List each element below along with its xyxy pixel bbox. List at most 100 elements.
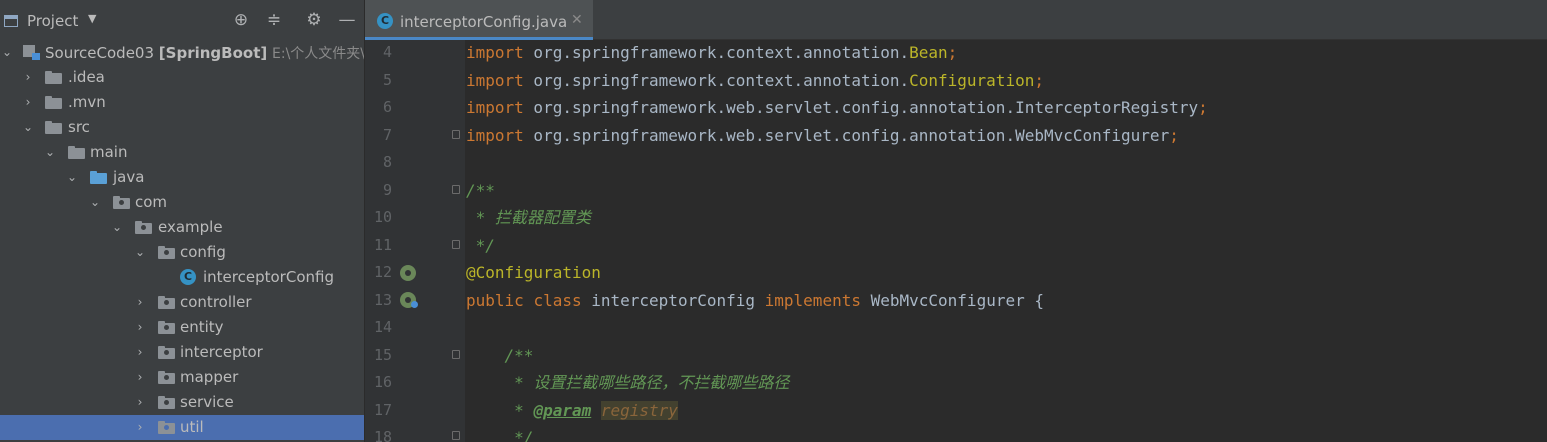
fold-end-icon[interactable] (452, 130, 460, 139)
tree-item-controller[interactable]: › controller (0, 290, 364, 315)
tab-label: interceptorConfig.java (400, 13, 568, 31)
project-panel: Project ▼ ⊕ ≑ ⚙ — ⌄ SourceCode03 [Spring… (0, 0, 364, 442)
chevron-right-icon[interactable]: › (133, 294, 147, 310)
semicolon: ; (1034, 71, 1044, 90)
tree-item-interceptorconfig[interactable]: C interceptorConfig (0, 265, 364, 290)
line-number: 15 (373, 346, 392, 364)
tree-item-interceptor[interactable]: › interceptor (0, 340, 364, 365)
tree-item-com[interactable]: ⌄ com (0, 190, 364, 215)
chevron-down-icon[interactable]: ⌄ (110, 219, 124, 235)
comment-line: /** (466, 181, 495, 200)
fold-end-icon[interactable] (452, 240, 460, 249)
editor-tab-bar: C interceptorConfig.java ✕ (365, 0, 1547, 40)
tree-item-label: main (90, 143, 128, 161)
tree-item-src[interactable]: ⌄ src (0, 115, 364, 140)
interface-name: WebMvcConfigurer { (860, 291, 1044, 310)
collapse-all-icon[interactable]: ≑ (264, 10, 284, 30)
folder-icon (68, 146, 85, 159)
tree-item-label: util (180, 418, 204, 436)
ide-window: Project ▼ ⊕ ≑ ⚙ — ⌄ SourceCode03 [Spring… (0, 0, 1547, 442)
import-path: org.springframework.context.annotation. (523, 71, 910, 90)
tree-item-main[interactable]: ⌄ main (0, 140, 364, 165)
comment-prefix: * (466, 401, 534, 420)
code-editor[interactable]: import org.springframework.context.annot… (466, 40, 1547, 442)
tree-item-entity[interactable]: › entity (0, 315, 364, 340)
chevron-down-icon[interactable]: ⌄ (0, 44, 14, 60)
fold-start-icon[interactable] (452, 185, 460, 194)
fold-end-icon[interactable] (452, 431, 460, 440)
locate-icon[interactable]: ⊕ (231, 10, 251, 30)
comment-line: * 设置拦截哪些路径，不拦截哪些路径 (466, 373, 790, 392)
chevron-right-icon[interactable]: › (133, 419, 147, 435)
keyword: class (533, 291, 582, 310)
tree-item-java[interactable]: ⌄ java (0, 165, 364, 190)
tree-item-label: java (113, 168, 145, 186)
identifier: Bean (909, 43, 948, 62)
minimize-icon[interactable]: — (337, 10, 357, 30)
source-folder-icon (90, 171, 107, 184)
package-dot (164, 250, 169, 255)
gear-icon[interactable]: ⚙ (304, 10, 324, 30)
module-icon (23, 45, 40, 60)
tab-interceptorconfig[interactable]: C interceptorConfig.java ✕ (365, 0, 593, 40)
spring-bean-icon[interactable] (400, 265, 416, 281)
keyword: import (466, 98, 524, 117)
chevron-right-icon[interactable]: › (133, 344, 147, 360)
chevron-down-icon[interactable]: ▼ (88, 12, 96, 25)
module-name-label: [SpringBoot] (158, 44, 268, 62)
class-name: interceptorConfig (581, 291, 765, 310)
chevron-down-icon[interactable]: ⌄ (43, 144, 57, 160)
import-path: org.springframework.web.servlet.config.a… (523, 98, 1199, 117)
tree-item-idea[interactable]: › .idea (0, 65, 364, 90)
implements-marker-icon (411, 301, 418, 308)
annotation-line: @Configuration (466, 263, 601, 282)
line-number: 5 (382, 71, 392, 89)
tree-item-label: example (158, 218, 223, 236)
project-panel-title[interactable]: Project (27, 12, 78, 30)
keyword: import (466, 43, 524, 62)
tree-item-util[interactable]: › util (0, 415, 364, 440)
tree-item-config[interactable]: ⌄ config (0, 240, 364, 265)
import-path: org.springframework.web.servlet.config.a… (523, 126, 1170, 145)
tree-item-mapper[interactable]: › mapper (0, 365, 364, 390)
close-icon[interactable]: ✕ (571, 12, 583, 28)
chevron-right-icon[interactable]: › (21, 69, 35, 85)
tree-item-label: src (68, 118, 90, 136)
identifier: Configuration (909, 71, 1035, 90)
fold-start-icon[interactable] (452, 350, 460, 359)
comment-space (591, 401, 601, 420)
chevron-right-icon[interactable]: › (21, 94, 35, 110)
chevron-down-icon[interactable]: ⌄ (88, 194, 102, 210)
package-dot (164, 300, 169, 305)
tree-item-label: .idea (68, 68, 105, 86)
package-dot (119, 200, 124, 205)
tree-item-label: mapper (180, 368, 239, 386)
package-dot (164, 325, 169, 330)
line-number: 7 (382, 126, 392, 144)
tree-item-mvn[interactable]: › .mvn (0, 90, 364, 115)
tree-item-label: interceptor (180, 343, 263, 361)
tree-item-label: interceptorConfig (203, 268, 334, 286)
keyword: public (466, 291, 524, 310)
javadoc-tag: @param (533, 401, 592, 420)
tree-item-label: com (135, 193, 168, 211)
tree-item-label: .mvn (68, 93, 106, 111)
project-panel-header: Project ▼ ⊕ ≑ ⚙ — (0, 0, 364, 40)
code-line: import org.springframework.web.servlet.c… (466, 97, 1208, 119)
tree-item-service[interactable]: › service (0, 390, 364, 415)
code-line: import org.springframework.context.annot… (466, 42, 957, 64)
keyword: import (466, 71, 524, 90)
chevron-down-icon[interactable]: ⌄ (133, 244, 147, 260)
chevron-down-icon[interactable]: ⌄ (65, 169, 79, 185)
module-path-label: E:\个人文件夹\ (272, 46, 364, 62)
comment-line: */ (466, 428, 534, 442)
tree-item-example[interactable]: ⌄ example (0, 215, 364, 240)
line-number: 6 (382, 98, 392, 116)
import-path: org.springframework.context.annotation. (523, 43, 910, 62)
chevron-right-icon[interactable]: › (133, 369, 147, 385)
chevron-down-icon[interactable]: ⌄ (21, 119, 35, 135)
tree-item-module[interactable]: ⌄ SourceCode03 [SpringBoot] E:\个人文件夹\ (0, 40, 364, 65)
chevron-right-icon[interactable]: › (133, 394, 147, 410)
comment-line: * @param registry (466, 400, 678, 422)
chevron-right-icon[interactable]: › (133, 319, 147, 335)
